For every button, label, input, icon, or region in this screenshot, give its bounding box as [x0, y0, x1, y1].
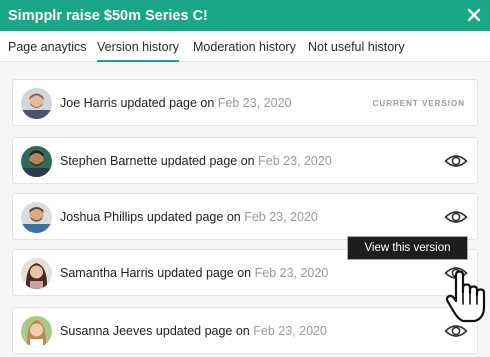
view-version-tooltip: View this version [347, 236, 468, 260]
avatar [21, 146, 52, 177]
eye-icon[interactable] [444, 209, 468, 225]
eye-icon[interactable] [444, 153, 468, 169]
avatar [21, 258, 52, 289]
user-name[interactable]: Joe Harris [60, 96, 117, 110]
tab-moderation-history[interactable]: Moderation history [193, 31, 296, 62]
tab-bar: Page anaytics Version history Moderation… [0, 31, 490, 62]
action-text: updated page on [146, 210, 241, 224]
tab-version-history[interactable]: Version history [97, 31, 179, 62]
current-version-badge: CURRENT VERSION [372, 99, 465, 108]
action-text: updated page on [120, 96, 215, 110]
action-text: updated page on [155, 324, 250, 338]
version-date: Feb 23, 2020 [253, 324, 327, 338]
avatar [21, 202, 52, 233]
action-text: updated page on [160, 154, 255, 168]
page-title: Simpplr raise $50m Series C! [8, 7, 208, 24]
version-list: Joe Harris updated page on Feb 23, 2020 … [0, 62, 490, 357]
eye-icon[interactable] [444, 323, 468, 339]
version-card: Joe Harris updated page on Feb 23, 2020 … [12, 79, 478, 126]
user-name[interactable]: Stephen Barnette [60, 154, 157, 168]
tab-page-analytics[interactable]: Page anaytics [8, 31, 87, 62]
version-date: Feb 23, 2020 [244, 210, 318, 224]
version-date: Feb 23, 2020 [258, 154, 332, 168]
action-text: updated page on [157, 266, 252, 280]
user-name[interactable]: Samantha Harris [60, 266, 154, 280]
version-card: Stephen Barnette updated page on Feb 23,… [12, 137, 478, 184]
version-card: Joshua Phillips updated page on Feb 23, … [12, 193, 478, 240]
hand-pointer-icon [445, 270, 486, 323]
user-name[interactable]: Susanna Jeeves [60, 324, 152, 338]
avatar [21, 88, 52, 119]
header-bar: Simpplr raise $50m Series C! [0, 0, 490, 31]
tab-not-useful-history[interactable]: Not useful history [308, 31, 405, 62]
version-date: Feb 23, 2020 [217, 96, 292, 110]
version-date: Feb 23, 2020 [254, 266, 329, 280]
user-name[interactable]: Joshua Phillips [60, 210, 143, 224]
avatar [21, 316, 52, 347]
close-icon[interactable] [467, 7, 481, 23]
version-card: Susanna Jeeves updated page on Feb 23, 2… [12, 307, 478, 354]
